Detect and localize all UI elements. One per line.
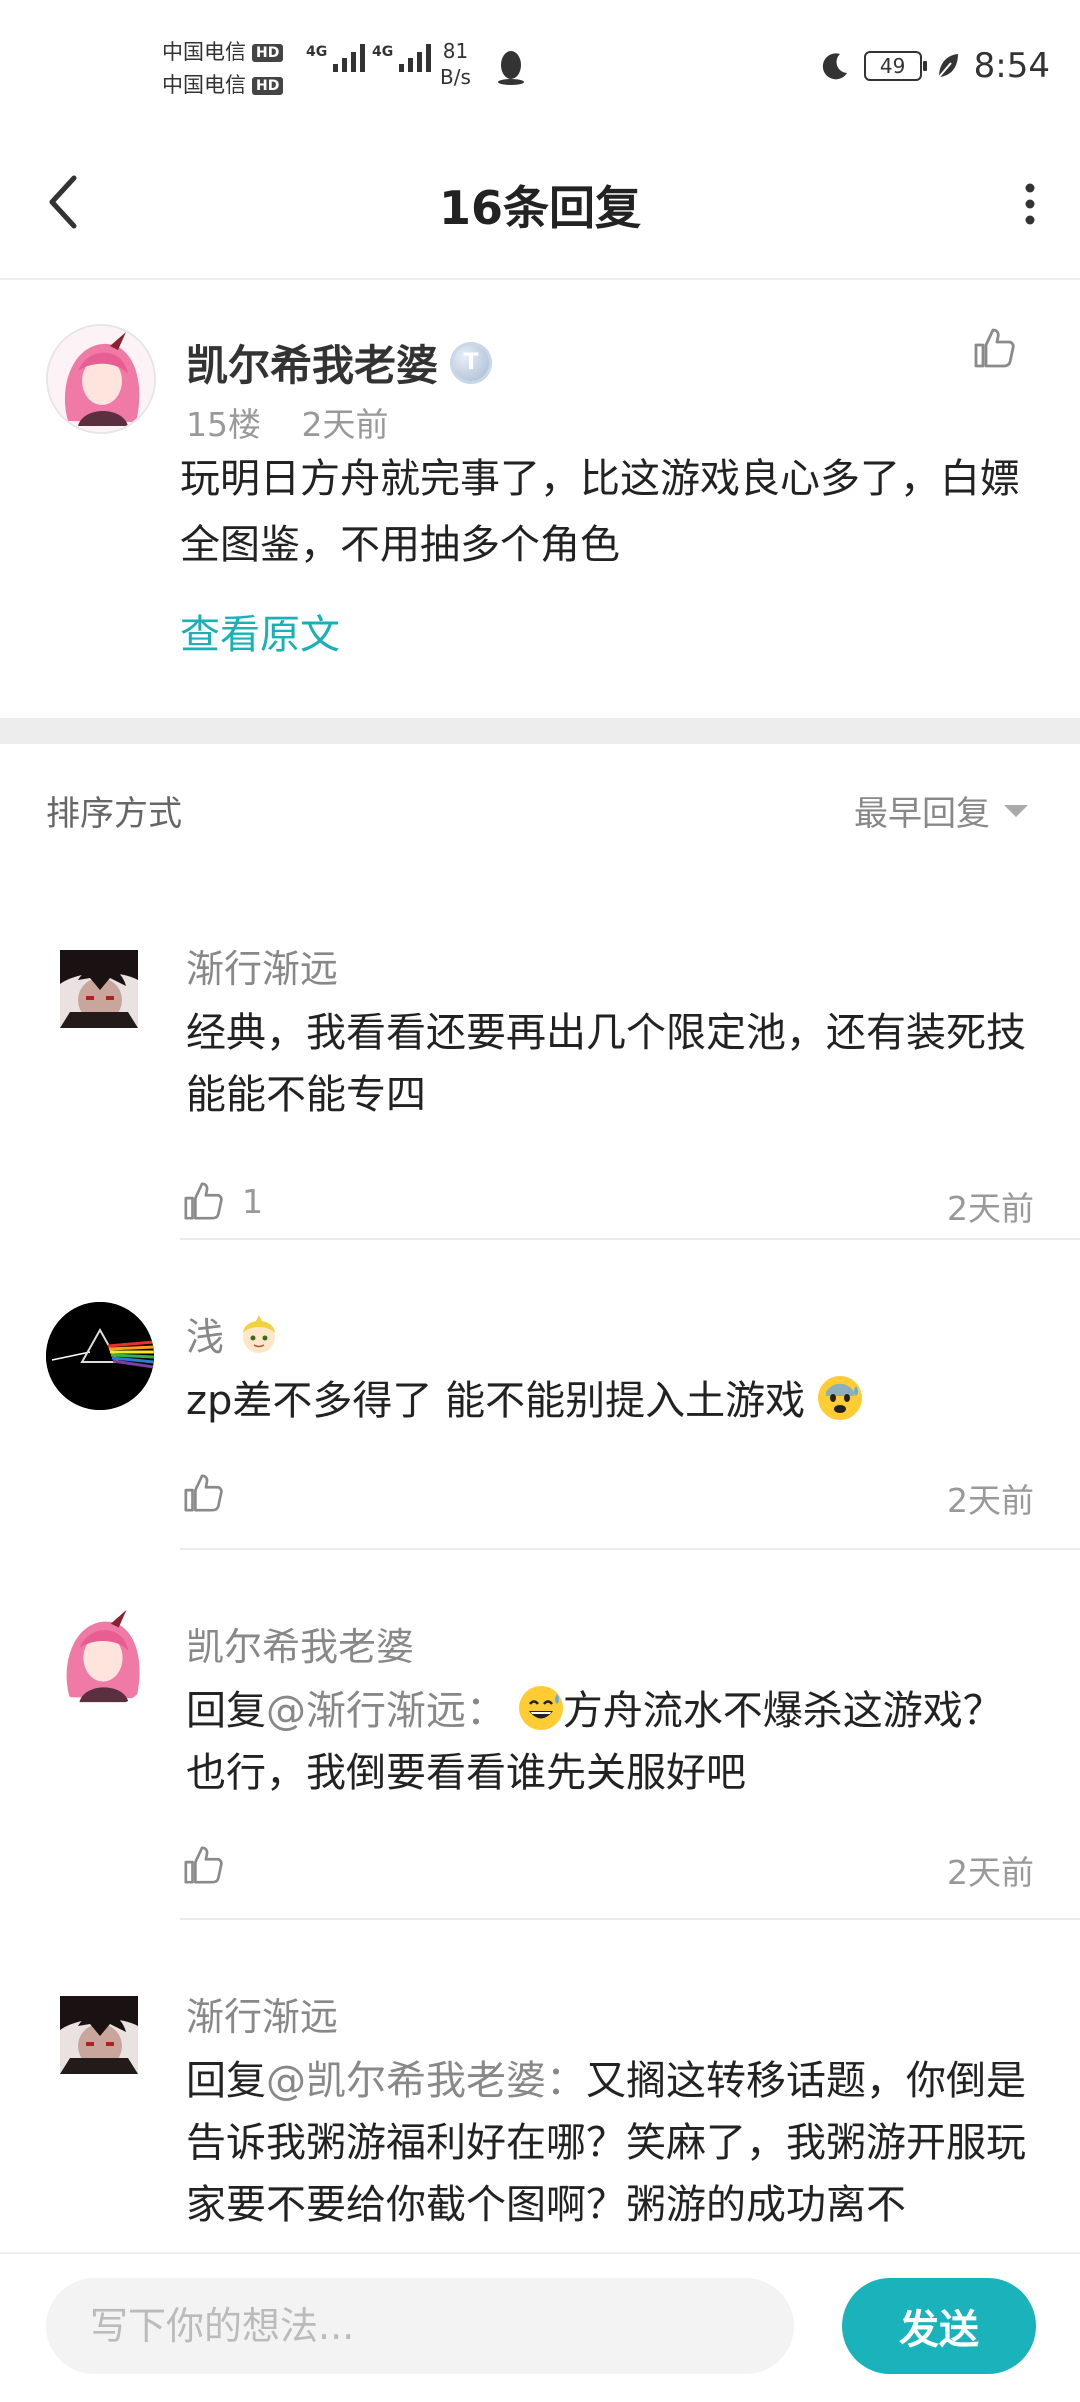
section-divider — [0, 718, 1080, 744]
reply-author[interactable]: 渐行渐远 — [186, 1986, 338, 2041]
thumbs-up-icon[interactable] — [972, 326, 1016, 370]
reply-text: zp差不多得了 能不能别提入土游戏 — [186, 1370, 1036, 1432]
anxious-sweat-emoji-icon — [817, 1376, 862, 1420]
signal-icon: 4G — [372, 44, 432, 72]
chevron-down-icon — [1004, 804, 1028, 817]
reply-time: 2天前 — [947, 1481, 1034, 1520]
reply-avatar[interactable] — [60, 950, 138, 1028]
sort-label: 排序方式 — [46, 794, 182, 834]
status-bar: 中国电信 HD 中国电信 HD 4G 4G 81 B/s 49 8:54 — [0, 0, 1080, 130]
network-speed: 81 B/s — [440, 39, 471, 89]
reply-avatar[interactable] — [46, 1302, 154, 1410]
page-title: 16条回复 — [438, 181, 641, 235]
clock: 8:54 — [973, 46, 1050, 86]
comment-text: 玩明日方舟就完事了，比这游戏良心多了，白嫖全图鉴，不用抽多个角色 — [180, 456, 1020, 568]
reply-item: 凯尔希我老婆 回复@渐行渐远： 方舟流水不爆杀这游戏？也行，我倒要看看谁先关服好… — [0, 1550, 1080, 1920]
main-comment: 凯尔希我老婆 T 15楼 2天前 玩明日方舟就完事了，比这游戏良心多了，白嫖全图… — [0, 280, 1080, 718]
reply-time: 2天前 — [947, 1853, 1034, 1892]
comment-composer: 发送 — [0, 2252, 1080, 2402]
reply-text: 经典，我看看还要再出几个限定池，还有装死技能能不能专四 — [186, 1010, 1026, 1118]
carrier-2: 中国电信 — [162, 73, 246, 97]
thumbs-up-icon[interactable] — [182, 1844, 224, 1886]
reply-footer: 1 2天前 — [180, 1172, 1034, 1232]
reply-author[interactable]: 浅 — [186, 1306, 282, 1361]
author-avatar[interactable] — [46, 324, 156, 434]
send-button[interactable]: 发送 — [842, 2278, 1036, 2374]
reply-footer: 2天前 — [180, 1464, 1034, 1524]
carrier-info: 中国电信 HD 中国电信 HD — [162, 36, 284, 102]
reply-avatar[interactable] — [60, 1996, 138, 2074]
dark-hair-avatar-icon — [60, 950, 138, 1028]
like-count: 1 — [242, 1182, 263, 1221]
sort-dropdown[interactable]: 最早回复 — [854, 786, 1028, 835]
signal-icon: 4G — [306, 44, 366, 72]
reply-author[interactable]: 凯尔希我老婆 — [186, 1616, 414, 1671]
reply-item: 渐行渐远 经典，我看看还要再出几个限定池，还有装死技能能不能专四 1 2天前 — [0, 870, 1080, 1240]
comment-input[interactable] — [46, 2278, 794, 2374]
thumbs-up-icon[interactable] — [182, 1472, 224, 1514]
sort-selected-value: 最早回复 — [854, 794, 990, 834]
hd-icon: HD — [252, 76, 284, 95]
floor-number: 15楼 — [186, 405, 261, 444]
qq-penguin-icon — [498, 51, 524, 85]
view-original-link[interactable]: 查看原文 — [180, 602, 340, 660]
thumbs-up-icon[interactable] — [182, 1180, 224, 1222]
anime-girl-avatar-icon — [50, 1604, 154, 1708]
dark-hair-avatar-icon — [60, 1996, 138, 2074]
leaf-icon — [937, 54, 958, 78]
reply-footer: 2天前 — [180, 1836, 1034, 1896]
hd-icon: HD — [252, 43, 284, 62]
anime-girl-avatar-icon — [48, 326, 154, 432]
moon-icon — [822, 53, 847, 80]
carrier-1: 中国电信 — [162, 40, 246, 64]
reply-text: 回复@渐行渐远： 方舟流水不爆杀这游戏？也行，我倒要看看谁先关服好吧 — [186, 1686, 1003, 1796]
user-level-badge: T — [450, 341, 493, 384]
more-options-icon[interactable] — [1010, 174, 1050, 234]
reply-author[interactable]: 渐行渐远 — [186, 938, 338, 993]
sort-bar: 排序方式 最早回复 — [0, 744, 1080, 872]
author-name[interactable]: 凯尔希我老婆 T — [186, 332, 493, 393]
post-time: 2天前 — [301, 405, 389, 444]
nav-bar: 16条回复 — [0, 130, 1080, 280]
mention-link[interactable]: @凯尔希我老婆 — [266, 2058, 546, 2104]
post-meta: 15楼 2天前 — [186, 398, 419, 446]
grinning-sweat-emoji-icon — [518, 1686, 563, 1730]
battery-icon: 49 — [863, 51, 927, 81]
mention-link[interactable]: @渐行渐远 — [266, 1688, 466, 1734]
reply-avatar[interactable] — [50, 1604, 154, 1708]
reply-item: 浅 zp差不多得了 能不能别提入土游戏 2天前 — [0, 1240, 1080, 1550]
prism-avatar-icon — [46, 1302, 154, 1410]
reply-time: 2天前 — [947, 1189, 1034, 1228]
cartoon-badge-icon — [243, 1314, 276, 1353]
reply-text: 回复@凯尔希我老婆：又搁这转移话题，你倒是告诉我粥游福利好在哪？笑麻了，我粥游开… — [186, 2058, 1026, 2228]
reply-item: 渐行渐远 回复@凯尔希我老婆：又搁这转移话题，你倒是告诉我粥游福利好在哪？笑麻了… — [0, 1920, 1080, 2252]
